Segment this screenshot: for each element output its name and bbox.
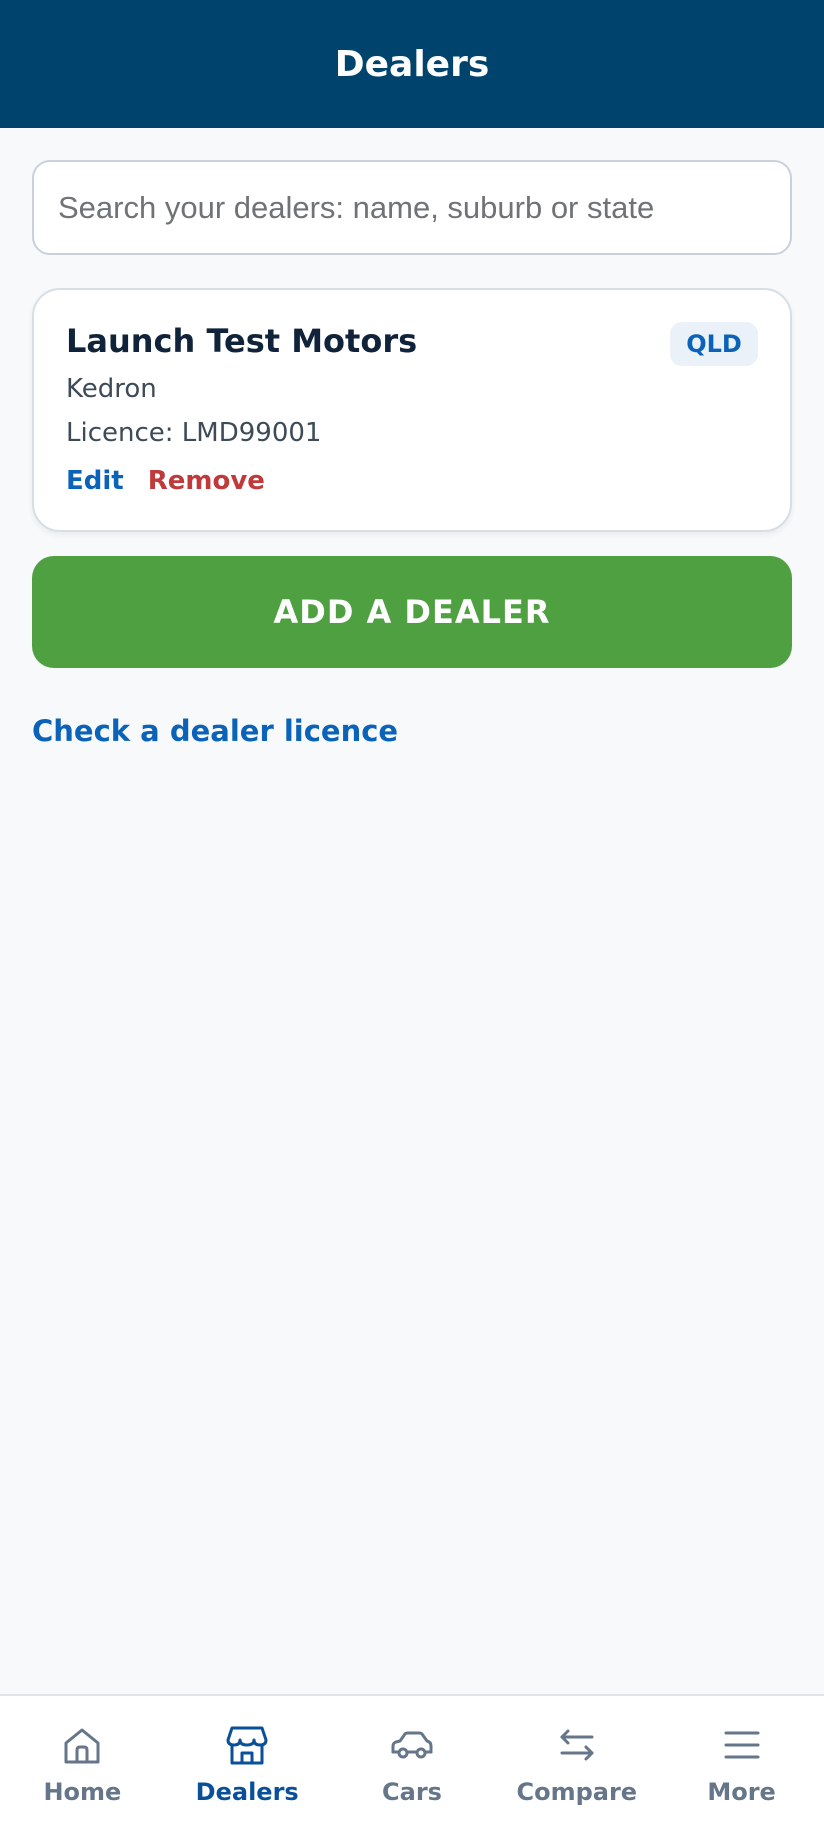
nav-label-home: Home — [43, 1778, 122, 1806]
nav-label-dealers: Dealers — [195, 1778, 299, 1806]
dealer-name: Launch Test Motors — [66, 322, 418, 360]
nav-item-compare[interactable]: Compare — [494, 1696, 659, 1830]
nav-item-home[interactable]: Home — [0, 1696, 165, 1830]
nav-label-more: More — [707, 1778, 776, 1806]
add-dealer-button[interactable]: ADD A DEALER — [32, 556, 792, 668]
check-dealer-licence-link[interactable]: Check a dealer licence — [32, 714, 398, 748]
dealer-card-actions: Edit Remove — [66, 466, 265, 496]
nav-item-cars[interactable]: Cars — [330, 1696, 495, 1830]
nav-label-compare: Compare — [516, 1778, 638, 1806]
bottom-nav: Home Dealers Cars Compare More — [0, 1694, 824, 1830]
app-header: Dealers — [0, 0, 824, 128]
state-badge: QLD — [670, 322, 758, 366]
swap-arrows-icon — [560, 1729, 594, 1761]
search-input[interactable] — [58, 189, 766, 226]
dealer-licence: Licence: LMD99001 — [66, 418, 322, 448]
dealer-suburb: Kedron — [66, 374, 157, 404]
home-icon — [64, 1728, 100, 1764]
store-icon — [226, 1726, 268, 1765]
edit-dealer-link[interactable]: Edit — [66, 466, 124, 496]
nav-item-dealers[interactable]: Dealers — [165, 1696, 330, 1830]
search-box[interactable] — [32, 160, 792, 255]
nav-label-cars: Cars — [382, 1778, 442, 1806]
menu-icon — [724, 1731, 760, 1759]
dealer-card: Launch Test Motors QLD Kedron Licence: L… — [32, 288, 792, 532]
remove-dealer-link[interactable]: Remove — [148, 466, 265, 496]
car-icon — [391, 1731, 433, 1759]
nav-item-more[interactable]: More — [659, 1696, 824, 1830]
page-title: Dealers — [334, 43, 490, 85]
